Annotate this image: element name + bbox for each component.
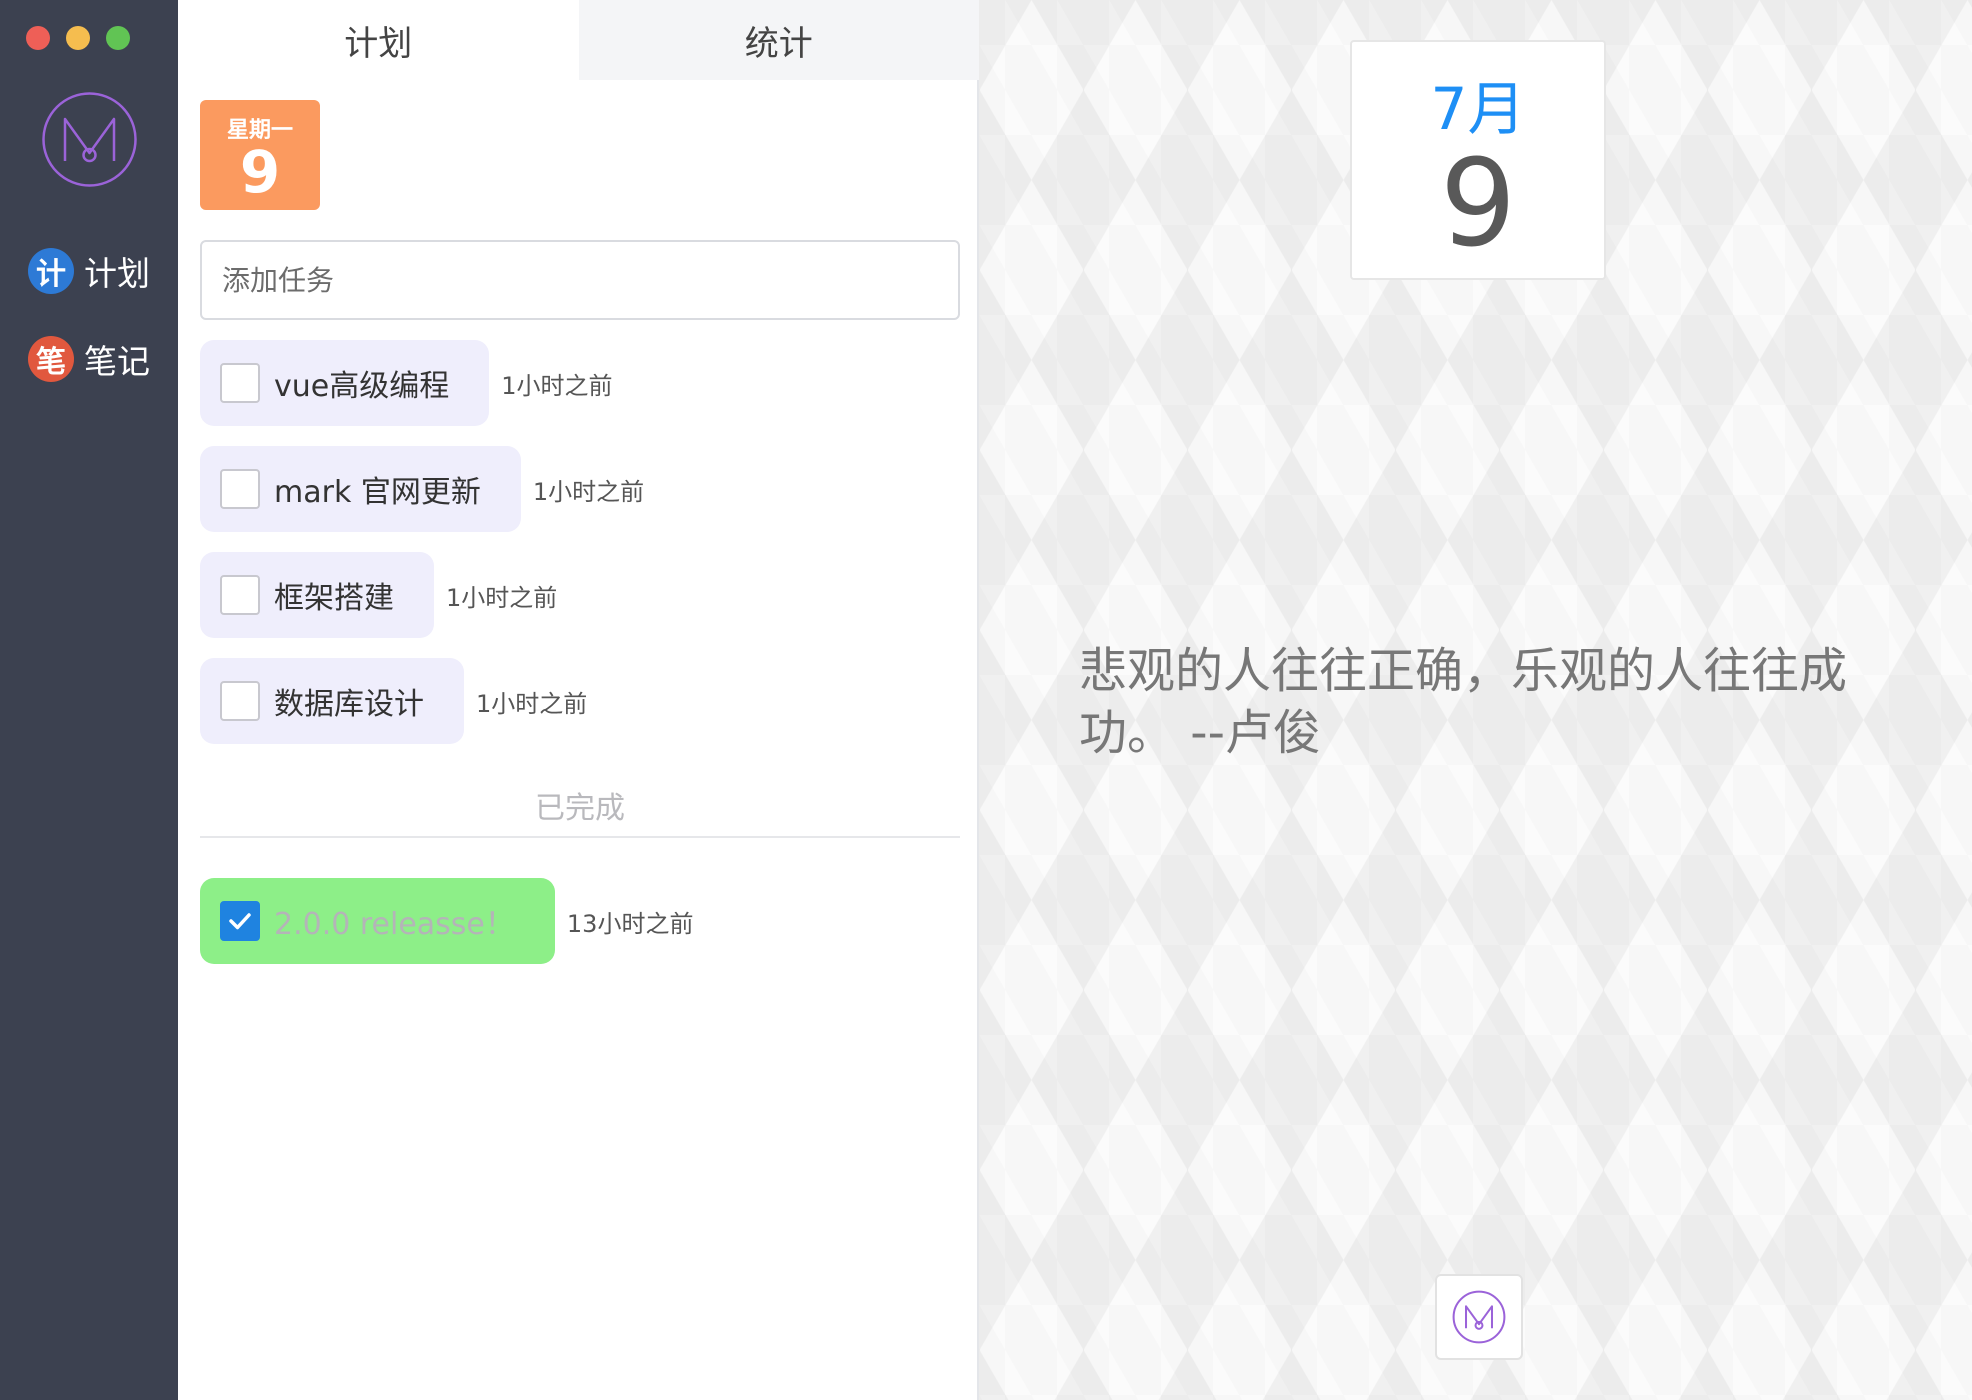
task-label: mark 官网更新 [274,475,481,510]
divider [200,836,960,838]
task-pill[interactable]: mark 官网更新 [200,446,521,532]
completed-task-item: 2.0.0 releasse！ 13小时之前 [200,878,693,964]
task-item: mark 官网更新 1小时之前 [200,446,644,532]
task-pill[interactable]: vue高级编程 [200,340,490,426]
zoom-window-button[interactable] [106,26,130,50]
task-item: 框架搭建 1小时之前 [200,552,557,638]
task-label: 框架搭建 [274,581,394,616]
calendar-day: 9 [1439,135,1517,274]
daily-quote: 悲观的人往往正确，乐观的人往往成功。 --卢俊 [1079,643,1848,761]
task-time: 1小时之前 [476,689,588,718]
tab-plan[interactable]: 计划 [178,0,579,80]
day-number: 9 [239,138,281,206]
tab-statistics[interactable]: 统计 [578,0,979,80]
minimize-window-button[interactable] [66,26,90,50]
task-panel: 计划 统计 星期一 9 vue高级编程 1小时之前 mark 官网更新 1小时之… [178,0,979,1400]
task-label: 数据库设计 [274,687,424,722]
task-item: vue高级编程 1小时之前 [200,340,613,426]
day-badge: 星期一 9 [200,100,320,210]
sidebar-item-label: 笔记 [84,342,150,381]
tab-bar: 计划 统计 [178,0,979,80]
notes-badge-icon: 笔 [28,336,74,382]
task-checkbox[interactable] [220,469,260,509]
app-logo-icon [41,91,138,188]
sidebar: 计 计划 笔 笔记 [0,0,178,1400]
calendar-card: 7月 9 [1350,40,1606,280]
app-logo-icon [1452,1290,1506,1344]
task-time: 1小时之前 [501,371,613,400]
quote-pane: 7月 9 悲观的人往往正确，乐观的人往往成功。 --卢俊 [979,0,1972,1400]
task-label: 2.0.0 releasse！ [274,907,515,942]
checkmark-icon [229,913,251,930]
sidebar-item-label: 计划 [84,254,150,293]
task-pill[interactable]: 数据库设计 [200,658,464,744]
task-checkbox[interactable] [220,363,260,403]
task-checkbox-checked[interactable] [220,901,260,941]
task-time: 1小时之前 [446,583,558,612]
task-time: 13小时之前 [566,909,694,938]
task-pill[interactable]: 2.0.0 releasse！ [200,878,555,964]
plan-badge-icon: 计 [28,248,74,294]
task-item: 数据库设计 1小时之前 [200,658,587,744]
task-label: vue高级编程 [274,369,450,404]
close-window-button[interactable] [26,26,50,50]
sidebar-item-plan[interactable]: 计 计划 [28,245,150,297]
calendar-month: 7月 [1430,75,1526,143]
task-time: 1小时之前 [532,477,645,506]
task-pill[interactable]: 框架搭建 [200,552,434,638]
completed-heading: 已完成 [535,791,625,826]
task-checkbox[interactable] [220,575,260,615]
sidebar-item-notes[interactable]: 笔 笔记 [28,333,150,385]
add-task-input[interactable] [200,240,960,320]
footer-logo-button[interactable] [1435,1274,1523,1360]
task-checkbox[interactable] [220,681,260,721]
